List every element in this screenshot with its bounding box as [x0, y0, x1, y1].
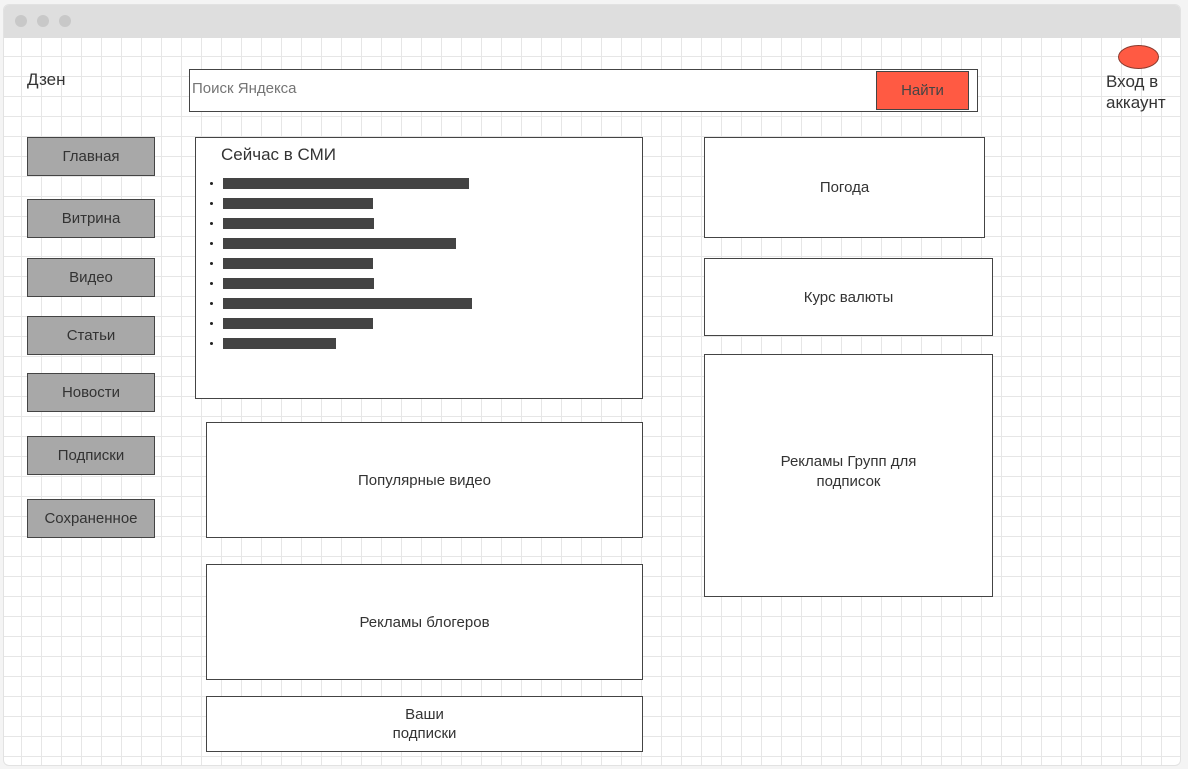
- group-ads-label: Рекламы Групп для подписок: [780, 452, 917, 490]
- bullet-icon: [210, 302, 213, 305]
- sidebar-item-saved[interactable]: Сохраненное: [27, 499, 155, 538]
- sidebar-item-articles[interactable]: Статьи: [27, 316, 155, 355]
- currency-label: Курс валюты: [803, 288, 894, 306]
- news-item-placeholder[interactable]: [223, 298, 472, 309]
- popular-video-label: Популярные видео: [358, 471, 491, 489]
- search-button[interactable]: Найти: [876, 71, 969, 110]
- bullet-icon: [210, 342, 213, 345]
- currency-block[interactable]: Курс валюты: [704, 258, 993, 336]
- bullet-icon: [210, 322, 213, 325]
- news-item-placeholder[interactable]: [223, 318, 373, 329]
- window-minimize-dot[interactable]: [37, 15, 49, 27]
- bullet-icon: [210, 222, 213, 225]
- news-item-placeholder[interactable]: [223, 198, 373, 209]
- news-title: Сейчас в СМИ: [221, 145, 336, 164]
- news-item-placeholder[interactable]: [223, 178, 469, 189]
- news-item-placeholder[interactable]: [223, 258, 373, 269]
- browser-window: Дзен Найти Вход в аккаунт Главная Витрин…: [3, 4, 1181, 766]
- search-bar: Найти: [189, 69, 978, 112]
- title-bar: [4, 5, 1180, 38]
- bullet-icon: [210, 202, 213, 205]
- news-item-placeholder[interactable]: [223, 338, 336, 349]
- subscriptions-label: Ваши подписки: [392, 706, 457, 742]
- news-item-placeholder[interactable]: [223, 278, 374, 289]
- sidebar-item-subscriptions[interactable]: Подписки: [27, 436, 155, 475]
- sidebar-item-video[interactable]: Видео: [27, 258, 155, 297]
- login-link[interactable]: Вход в аккаунт: [1106, 71, 1176, 113]
- weather-block[interactable]: Погода: [704, 137, 985, 238]
- window-maximize-dot[interactable]: [59, 15, 71, 27]
- bullet-icon: [210, 242, 213, 245]
- sidebar-item-main[interactable]: Главная: [27, 137, 155, 176]
- search-input[interactable]: [192, 80, 852, 97]
- weather-label: Погода: [819, 179, 870, 196]
- sidebar-item-showcase[interactable]: Витрина: [27, 199, 155, 238]
- bullet-icon: [210, 182, 213, 185]
- logo: Дзен: [27, 70, 66, 89]
- news-item-placeholder[interactable]: [223, 218, 374, 229]
- window-close-dot[interactable]: [15, 15, 27, 27]
- subscriptions-block[interactable]: Ваши подписки: [206, 696, 643, 752]
- avatar-icon[interactable]: [1118, 45, 1159, 69]
- news-item-placeholder[interactable]: [223, 238, 456, 249]
- page-canvas: Дзен Найти Вход в аккаунт Главная Витрин…: [4, 38, 1180, 765]
- blogger-ads-block[interactable]: Рекламы блогеров: [206, 564, 643, 680]
- group-ads-block[interactable]: Рекламы Групп для подписок: [704, 354, 993, 597]
- bullet-icon: [210, 262, 213, 265]
- sidebar-item-news[interactable]: Новости: [27, 373, 155, 412]
- blogger-ads-label: Рекламы блогеров: [359, 613, 490, 631]
- bullet-icon: [210, 282, 213, 285]
- popular-video-block[interactable]: Популярные видео: [206, 422, 643, 538]
